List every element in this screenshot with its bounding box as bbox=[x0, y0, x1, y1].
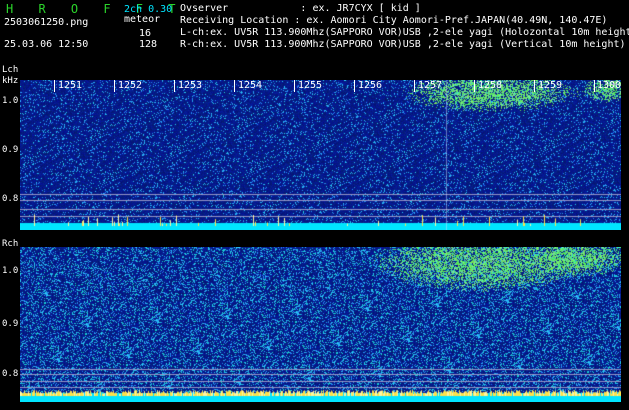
rch-y-label-0-9: 0.9 bbox=[2, 319, 19, 329]
capture-timestamp: 25.03.06 12:50 bbox=[4, 39, 89, 50]
rch-y-label-0-8: 0.8 bbox=[2, 369, 19, 379]
time-label-1254: 1254 bbox=[238, 80, 263, 91]
location-line: Receiving Location : ex. Aomori City Aom… bbox=[180, 15, 608, 26]
rch-y-label-1-0: 1.0 bbox=[2, 266, 19, 276]
time-tick bbox=[54, 80, 55, 92]
time-label-1259: 1259 bbox=[538, 80, 563, 91]
lch-y-label-0-8: 0.8 bbox=[2, 194, 19, 204]
rch-meteor-count: 128 bbox=[139, 39, 158, 50]
time-tick bbox=[414, 80, 415, 92]
rch-channel-label: Rch bbox=[2, 239, 19, 249]
time-label-1257: 1257 bbox=[418, 80, 443, 91]
time-label-1251: 1251 bbox=[58, 80, 83, 91]
time-label-1253: 1253 bbox=[178, 80, 203, 91]
time-tick bbox=[534, 80, 535, 92]
time-label-1258: 1258 bbox=[478, 80, 503, 91]
lch-waterfall bbox=[20, 80, 621, 230]
image-filename: 2503061250.png bbox=[4, 17, 89, 28]
lch-channel-label: Lch bbox=[2, 65, 19, 75]
rch-waterfall bbox=[20, 247, 621, 402]
meteor-label: meteor bbox=[124, 14, 161, 25]
time-tick bbox=[294, 80, 295, 92]
time-tick bbox=[354, 80, 355, 92]
time-label-1300: 1300 bbox=[597, 80, 622, 91]
lch-meteor-count: 16 bbox=[139, 28, 152, 39]
lch-unit-label: kHz bbox=[2, 76, 19, 86]
observer-line: Ovserver : ex. JR7CYX [ kid ] bbox=[180, 3, 421, 14]
time-tick bbox=[474, 80, 475, 92]
lch-y-label-0-9: 0.9 bbox=[2, 145, 19, 155]
time-label-1252: 1252 bbox=[118, 80, 143, 91]
time-tick bbox=[234, 80, 235, 92]
time-tick bbox=[594, 80, 595, 92]
time-label-1256: 1256 bbox=[358, 80, 383, 91]
time-tick bbox=[114, 80, 115, 92]
lch-y-label-1-0: 1.0 bbox=[2, 96, 19, 106]
rch-info-line: R-ch:ex. UV5R 113.900Mhz(SAPPORO VOR)USB… bbox=[180, 39, 626, 50]
time-label-1255: 1255 bbox=[298, 80, 323, 91]
hroft-window: H R O F F T 2ch 0.30 2503061250.png mete… bbox=[0, 0, 629, 410]
lch-info-line: L-ch:ex. UV5R 113.900Mhz(SAPPORO VOR)USB… bbox=[180, 27, 629, 38]
time-tick bbox=[174, 80, 175, 92]
